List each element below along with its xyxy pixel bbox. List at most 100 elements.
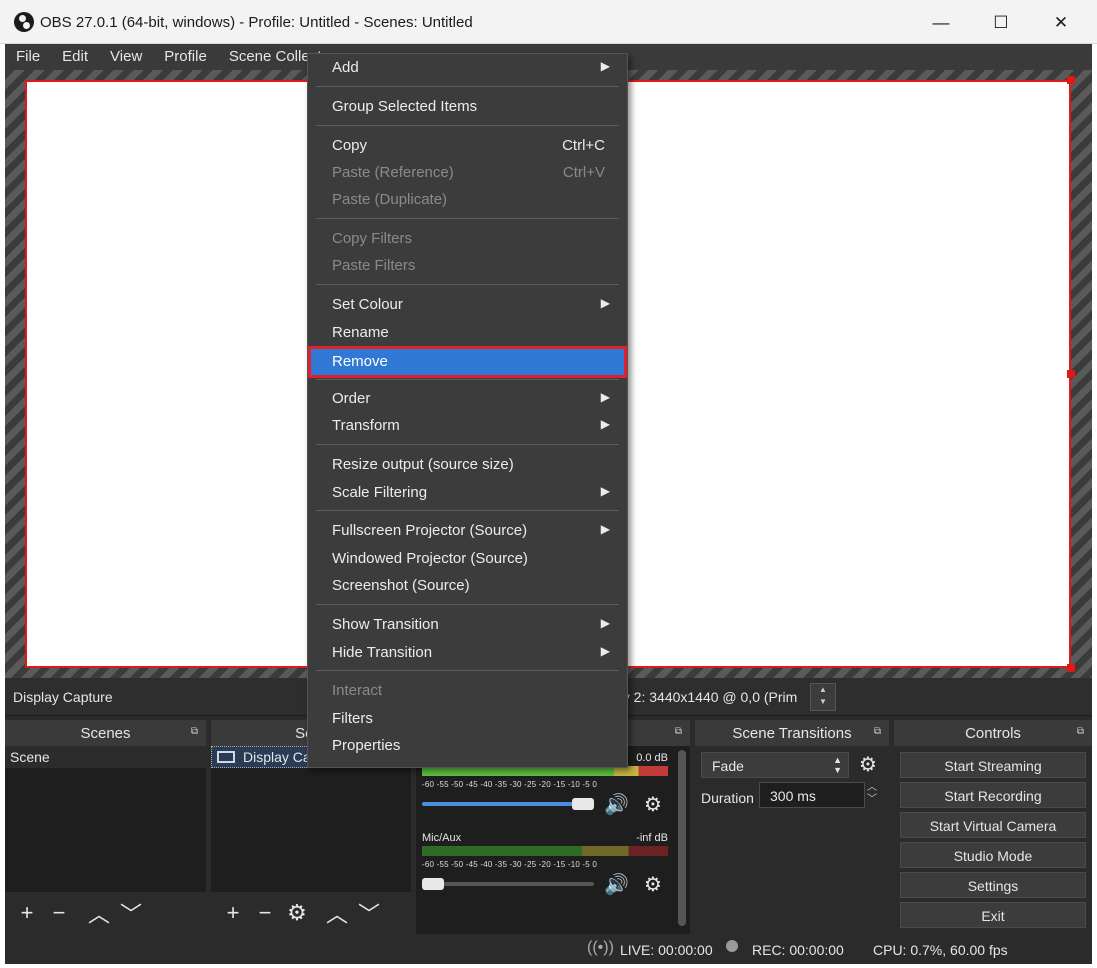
menu-item-transform[interactable]: Transform ▶ xyxy=(308,413,627,439)
menu-item-windowed-projector[interactable]: Windowed Projector (Source) xyxy=(308,546,627,572)
sources-toolbar: + − ⚙ ︿ ﹀ xyxy=(211,892,411,934)
menu-item-properties[interactable]: Properties xyxy=(308,733,627,759)
menu-edit[interactable]: Edit xyxy=(51,44,99,70)
display-select[interactable]: ay 2: 3440x1440 @ 0,0 (Prim xyxy=(615,689,797,705)
menu-file[interactable]: File xyxy=(5,44,51,70)
volume-slider-knob[interactable] xyxy=(422,878,444,890)
menu-item-filters[interactable]: Filters xyxy=(308,706,627,732)
duration-value: 300 ms xyxy=(770,788,816,804)
move-up-icon[interactable]: ︿ xyxy=(83,897,115,929)
chevron-right-icon: ▶ xyxy=(600,390,610,404)
cpu-status: CPU: 0.7%, 60.00 fps xyxy=(873,942,1008,958)
undock-icon[interactable]: ⧉ xyxy=(191,726,198,737)
chevron-right-icon: ▶ xyxy=(600,484,610,498)
speaker-icon[interactable]: 🔊 xyxy=(604,872,629,897)
menu-item-fullscreen-projector[interactable]: Fullscreen Projector (Source) ▶ xyxy=(308,518,627,544)
gear-icon[interactable]: ⚙ xyxy=(644,872,662,897)
status-bar: ((•)) LIVE: 00:00:00 REC: 00:00:00 CPU: … xyxy=(5,934,1092,964)
remove-icon[interactable]: − xyxy=(43,900,75,926)
chevron-right-icon: ▶ xyxy=(600,522,610,536)
volume-slider[interactable] xyxy=(422,882,594,886)
obs-logo-icon xyxy=(14,12,34,32)
menu-item-scale-filtering[interactable]: Scale Filtering ▶ xyxy=(308,480,627,506)
scene-transitions-title: Scene Transitions xyxy=(732,725,852,742)
menu-profile[interactable]: Profile xyxy=(153,44,218,70)
move-up-icon[interactable]: ︿ xyxy=(321,897,353,929)
start-recording-button[interactable]: Start Recording xyxy=(900,782,1086,808)
controls-header: Controls ⧉ xyxy=(894,720,1092,746)
menu-item-rename[interactable]: Rename xyxy=(308,320,627,346)
resize-handle[interactable] xyxy=(1067,76,1075,84)
undock-icon[interactable]: ⧉ xyxy=(675,726,682,737)
resize-handle[interactable] xyxy=(1067,664,1075,672)
gear-icon[interactable]: ⚙ xyxy=(281,900,313,926)
scenes-dock: Scenes ⧉ Scene + − ︿ ﹀ xyxy=(5,720,206,934)
chevron-right-icon: ▶ xyxy=(600,616,610,630)
menu-separator xyxy=(316,670,619,671)
add-icon[interactable]: + xyxy=(11,900,43,926)
resize-handle[interactable] xyxy=(1067,370,1075,378)
duration-field[interactable]: 300 ms xyxy=(759,782,865,808)
undock-icon[interactable]: ⧉ xyxy=(1077,726,1084,737)
annotation-highlight-box xyxy=(308,346,627,378)
move-down-icon[interactable]: ﹀ xyxy=(115,897,147,929)
menu-item-screenshot[interactable]: Screenshot (Source) xyxy=(308,573,627,599)
mixer-scrollbar[interactable] xyxy=(678,750,686,926)
menu-item-resize-output[interactable]: Resize output (source size) xyxy=(308,452,627,478)
channel-name: Mic/Aux xyxy=(422,832,462,844)
minimize-button[interactable]: — xyxy=(918,8,964,38)
scene-item[interactable]: Scene xyxy=(5,746,206,768)
maximize-button[interactable]: ☐ xyxy=(978,8,1024,38)
record-indicator-icon xyxy=(726,940,738,952)
exit-button[interactable]: Exit xyxy=(900,902,1086,928)
display-select-arrows[interactable]: ▲ ▼ xyxy=(810,683,836,711)
studio-mode-button[interactable]: Studio Mode xyxy=(900,842,1086,868)
title-bar: OBS 27.0.1 (64-bit, windows) - Profile: … xyxy=(0,0,1097,44)
settings-button[interactable]: Settings xyxy=(900,872,1086,898)
remove-icon[interactable]: − xyxy=(249,900,281,926)
menu-item-set-colour[interactable]: Set Colour ▶ xyxy=(308,292,627,318)
menu-item-add[interactable]: Add ▶ xyxy=(308,55,627,81)
monitor-icon xyxy=(217,751,235,763)
menu-item-copy-filters: Copy Filters xyxy=(332,230,413,247)
meter-ticks: -60 -55 -50 -45 -40 -35 -30 -25 -20 -15 … xyxy=(422,860,598,869)
source-context-menu: Add ▶ Group Selected Items Copy Ctrl+C Pas… xyxy=(307,53,628,768)
controls-dock: Controls ⧉ Start Streaming Start Recordi… xyxy=(894,720,1092,934)
menu-item-interact: Interact xyxy=(332,682,383,699)
window-title: OBS 27.0.1 (64-bit, windows) - Profile: … xyxy=(40,14,473,31)
menu-separator xyxy=(316,510,619,511)
gear-icon[interactable]: ⚙ xyxy=(859,752,877,777)
start-virtual-camera-button[interactable]: Start Virtual Camera xyxy=(900,812,1086,838)
gear-icon[interactable]: ⚙ xyxy=(644,792,662,817)
menu-item-show-transition[interactable]: Show Transition ▶ xyxy=(308,612,627,638)
volume-slider-knob[interactable] xyxy=(572,798,594,810)
scenes-toolbar: + − ︿ ﹀ xyxy=(5,892,206,934)
transition-select-value: Fade xyxy=(712,758,744,774)
meter-ticks: -60 -55 -50 -45 -40 -35 -30 -25 -20 -15 … xyxy=(422,780,598,789)
scenes-title: Scenes xyxy=(80,725,131,742)
menu-separator xyxy=(316,86,619,87)
close-button[interactable]: ✕ xyxy=(1038,8,1084,38)
menu-item-hide-transition[interactable]: Hide Transition ▶ xyxy=(308,640,627,666)
menu-item-copy[interactable]: Copy Ctrl+C xyxy=(308,133,627,159)
menu-view[interactable]: View xyxy=(99,44,153,70)
move-down-icon[interactable]: ﹀ xyxy=(353,897,385,929)
transition-select[interactable]: Fade ▲ ▼ xyxy=(701,752,849,778)
menu-item-order[interactable]: Order ▶ xyxy=(308,386,627,412)
rec-status: REC: 00:00:00 xyxy=(752,942,844,958)
duration-stepper[interactable]: ︿ ﹀ xyxy=(867,782,877,806)
chevron-right-icon: ▶ xyxy=(600,644,610,658)
controls-title: Controls xyxy=(965,725,1021,742)
selected-source-name: Display Capture xyxy=(13,689,113,705)
live-status: LIVE: 00:00:00 xyxy=(620,942,713,958)
duration-label: Duration xyxy=(701,790,754,806)
add-icon[interactable]: + xyxy=(217,900,249,926)
menu-item-group-selected[interactable]: Group Selected Items xyxy=(308,94,627,120)
volume-slider[interactable] xyxy=(422,802,582,806)
speaker-icon[interactable]: 🔊 xyxy=(604,792,629,817)
undock-icon[interactable]: ⧉ xyxy=(874,726,881,737)
start-streaming-button[interactable]: Start Streaming xyxy=(900,752,1086,778)
menu-separator xyxy=(316,284,619,285)
scene-transitions-dock: Scene Transitions ⧉ Fade ▲ ▼ ⚙ Duration 3… xyxy=(695,720,889,934)
scenes-list: Scene xyxy=(5,746,206,892)
